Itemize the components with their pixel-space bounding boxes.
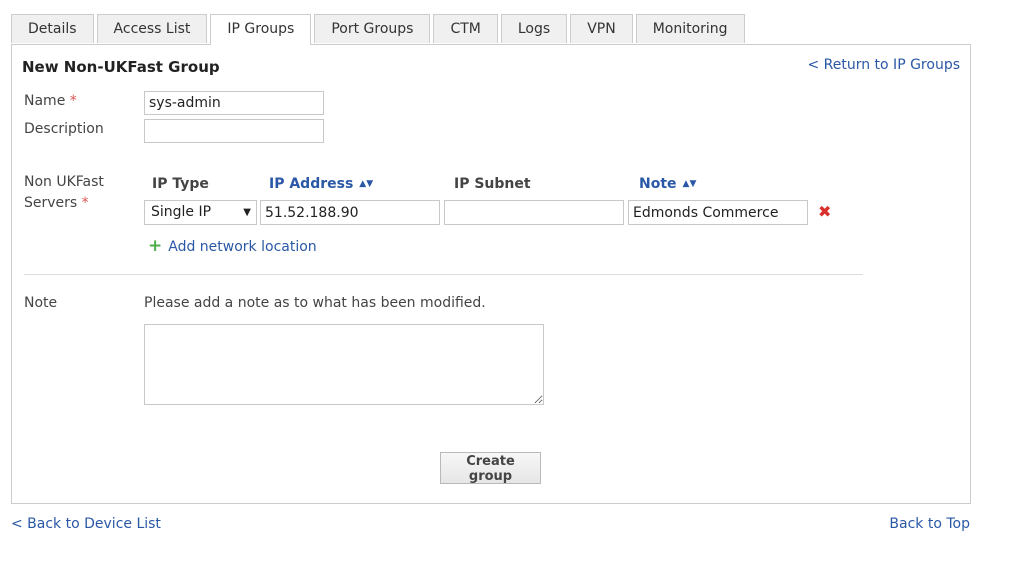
column-ip-address[interactable]: IP Address ▲▼ bbox=[269, 176, 373, 192]
back-to-top-link[interactable]: Back to Top bbox=[889, 516, 970, 532]
name-input[interactable] bbox=[144, 91, 324, 115]
add-network-location-label: Add network location bbox=[168, 239, 317, 255]
back-to-device-list-link[interactable]: < Back to Device List bbox=[11, 516, 161, 532]
sort-icon: ▲▼ bbox=[359, 179, 374, 189]
description-label: Description bbox=[24, 121, 104, 137]
column-ip-type: IP Type bbox=[152, 176, 209, 192]
form-panel: New Non-UKFast Group < Return to IP Grou… bbox=[11, 44, 971, 504]
required-marker: * bbox=[69, 93, 77, 109]
name-label: Name * bbox=[24, 91, 77, 112]
return-to-ip-groups-link[interactable]: < Return to IP Groups bbox=[807, 57, 960, 73]
required-marker: * bbox=[81, 195, 89, 211]
tab-port-groups[interactable]: Port Groups bbox=[314, 14, 431, 43]
column-note[interactable]: Note ▲▼ bbox=[639, 176, 696, 192]
column-ip-address-label: IP Address bbox=[269, 176, 354, 192]
page-title: New Non-UKFast Group bbox=[22, 58, 220, 76]
note-label: Note bbox=[24, 295, 58, 311]
add-network-location-link[interactable]: + Add network location bbox=[148, 236, 317, 256]
tab-monitoring[interactable]: Monitoring bbox=[635, 14, 745, 43]
ip-type-value: Single IP bbox=[151, 204, 212, 220]
servers-label-line1: Non UKFast bbox=[24, 174, 104, 190]
name-label-text: Name bbox=[24, 93, 66, 109]
description-input[interactable] bbox=[144, 119, 324, 143]
plus-icon: + bbox=[148, 236, 163, 256]
tab-access-list[interactable]: Access List bbox=[96, 14, 208, 43]
tab-ip-groups[interactable]: IP Groups bbox=[210, 14, 312, 45]
create-group-button[interactable]: Create group bbox=[440, 452, 541, 484]
divider bbox=[24, 274, 863, 275]
ip-subnet-input[interactable] bbox=[444, 200, 624, 225]
column-note-label: Note bbox=[639, 176, 677, 192]
tab-bar: Details Access List IP Groups Port Group… bbox=[11, 14, 748, 45]
tab-ctm[interactable]: CTM bbox=[433, 14, 498, 43]
tab-logs[interactable]: Logs bbox=[500, 14, 568, 43]
ip-type-select[interactable]: Single IP ▼ bbox=[144, 200, 257, 225]
servers-label-line2: Servers bbox=[24, 195, 78, 211]
note-hint: Please add a note as to what has been mo… bbox=[144, 295, 486, 311]
column-ip-subnet: IP Subnet bbox=[454, 176, 531, 192]
note-textarea[interactable] bbox=[144, 324, 544, 405]
sort-icon: ▲▼ bbox=[682, 179, 697, 189]
servers-label-line2-wrap: Servers * bbox=[24, 193, 104, 214]
tab-vpn[interactable]: VPN bbox=[570, 14, 633, 43]
ip-address-input[interactable] bbox=[260, 200, 440, 225]
chevron-down-icon: ▼ bbox=[243, 207, 251, 218]
servers-label: Non UKFast Servers * bbox=[24, 172, 104, 214]
tab-details[interactable]: Details bbox=[11, 14, 94, 43]
close-icon[interactable]: ✖ bbox=[818, 202, 831, 221]
note-input[interactable] bbox=[628, 200, 808, 225]
